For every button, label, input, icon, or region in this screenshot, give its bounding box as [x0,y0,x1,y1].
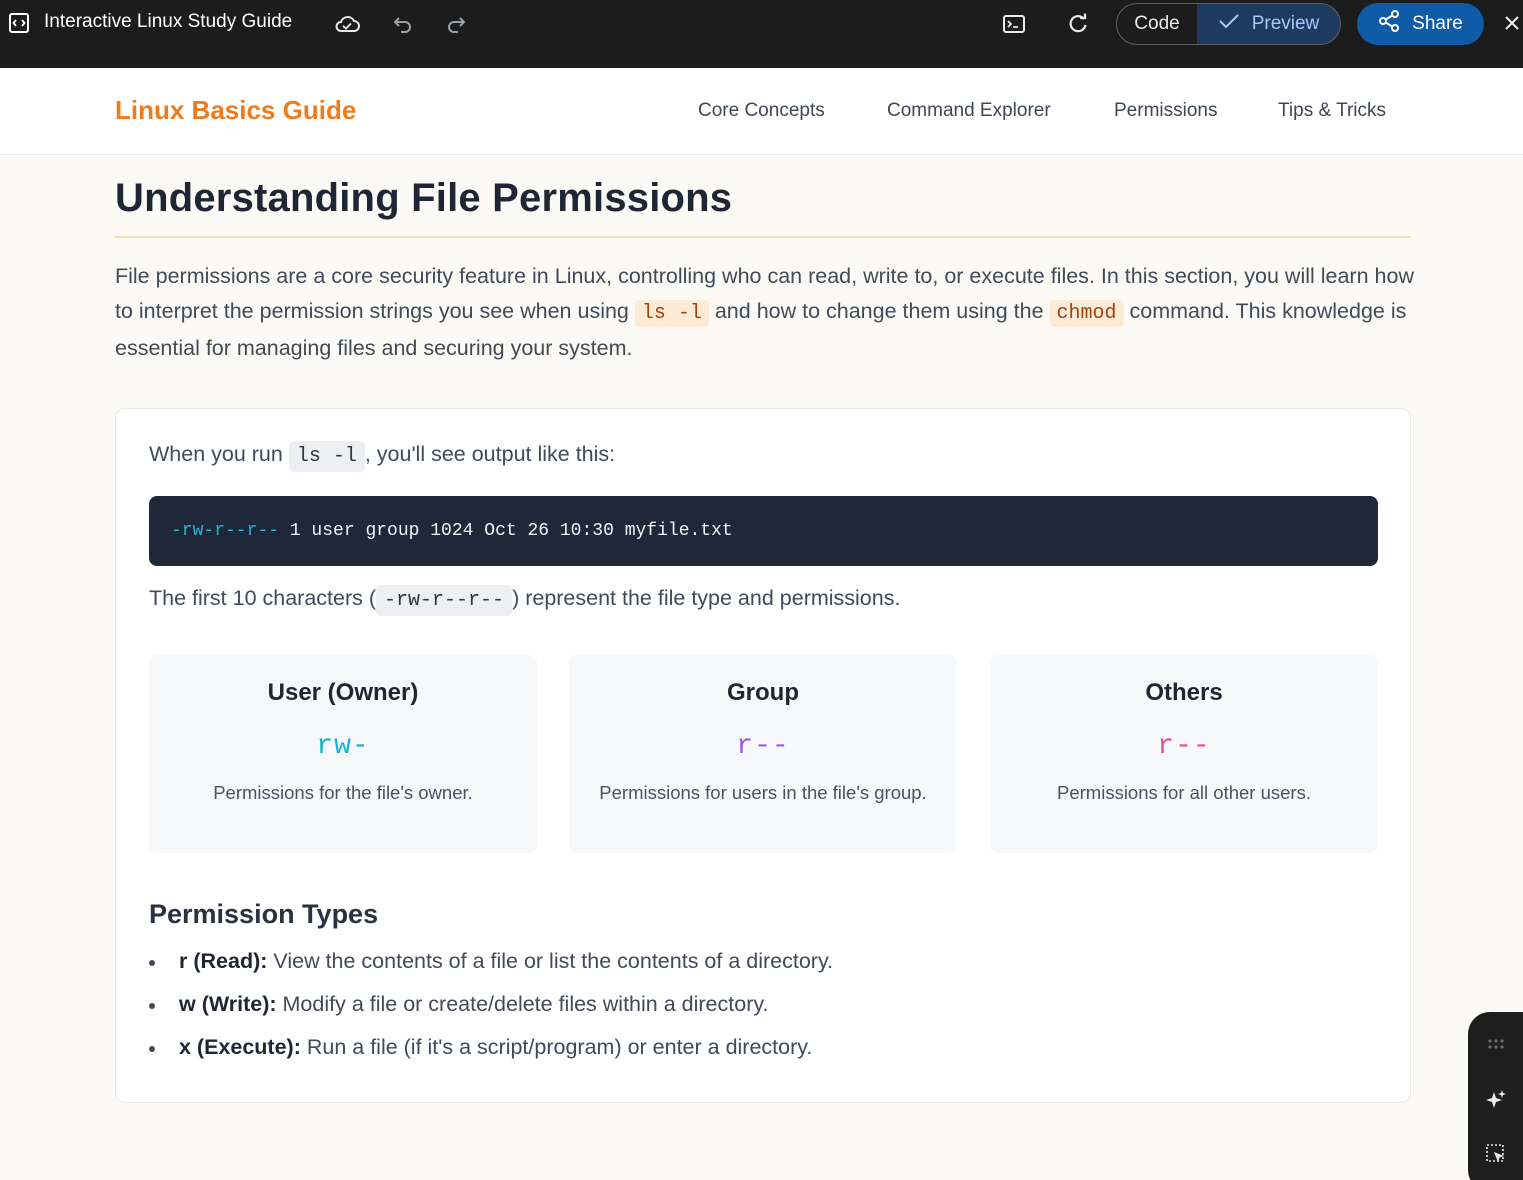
nav-core-concepts[interactable]: Core Concepts [698,100,825,122]
type-desc: View the contents of a file or list the … [267,949,834,973]
refresh-icon[interactable] [1064,10,1092,38]
preview-tab-label: Preview [1251,13,1320,34]
view-toggle: Code Preview [1116,3,1341,45]
box-desc: Permissions for users in the file's grou… [599,782,927,803]
sparkle-icon[interactable] [1482,1086,1510,1114]
redo-icon[interactable] [442,10,470,38]
list-item: x (Execute): Run a file (if it's a scrip… [149,1035,833,1078]
code-tab[interactable]: Code [1117,4,1197,44]
box-perm: rw- [316,731,370,762]
first10-code: -rw-r--r-- [376,585,513,616]
type-term: w (Write): [179,992,277,1016]
code-tab-label: Code [1134,13,1180,34]
title-divider [115,236,1411,238]
box-desc: Permissions for the file's owner. [213,782,473,803]
box-perm: r-- [1157,731,1211,762]
check-icon [1218,13,1240,35]
floating-toolbar [1468,1012,1523,1180]
intro-paragraph: File permissions are a core security fea… [115,259,1415,366]
cloud-icon[interactable] [333,10,361,38]
permission-box-user: User (Owner) rw- Permissions for the fil… [149,655,537,853]
type-desc: Modify a file or create/delete files wit… [276,992,769,1016]
box-title: Others [1145,679,1223,706]
type-term: r (Read): [179,949,268,973]
permission-box-group: Group r-- Permissions for users in the f… [569,655,957,853]
share-label: Share [1412,13,1463,34]
terminal-rest: 1 user group 1024 Oct 26 10:30 myfile.tx… [279,521,733,541]
type-term: x (Execute): [179,1035,301,1059]
terminal-icon[interactable] [1000,10,1028,38]
permission-types-list: r (Read): View the contents of a file or… [149,949,833,1078]
list-item: r (Read): View the contents of a file or… [149,949,833,992]
terminal-output: -rw-r--r-- 1 user group 1024 Oct 26 10:3… [149,496,1378,566]
box-title: Group [727,679,799,706]
first10-suffix: ) represent the file type and permission… [512,586,901,610]
undo-icon[interactable] [389,10,417,38]
permissions-card: When you run ls -l, you'll see output li… [115,408,1411,1103]
when-prefix: When you run [149,442,289,466]
when-code: ls -l [288,441,365,472]
intro-code-ls: ls -l [634,300,709,327]
first-ten-text: The first 10 characters (-rw-r--r--) rep… [149,585,901,616]
type-desc: Run a file (if it's a script/program) or… [300,1035,813,1059]
select-element-icon[interactable] [1482,1140,1510,1168]
drag-handle-icon[interactable] [1482,1030,1510,1058]
share-icon [1378,10,1400,38]
preview-tab[interactable]: Preview [1197,4,1340,44]
app-embed-icon [9,13,29,33]
close-icon[interactable] [1500,10,1523,36]
when-suffix: , you'll see output like this: [364,442,616,466]
app-bar: Interactive Linux Study Guide Code Previ… [0,0,1523,68]
box-desc: Permissions for all other users. [1057,782,1311,803]
site-nav: Linux Basics Guide Core Concepts Command… [0,68,1523,155]
list-item: w (Write): Modify a file or create/delet… [149,992,833,1035]
terminal-perm-string: -rw-r--r-- [171,521,280,541]
app-title: Interactive Linux Study Guide [44,11,293,32]
permission-box-others: Others r-- Permissions for all other use… [990,655,1378,853]
share-button[interactable]: Share [1357,3,1484,45]
box-perm: r-- [736,731,790,762]
box-title: User (Owner) [267,679,419,706]
nav-tips-tricks[interactable]: Tips & Tricks [1278,100,1386,122]
intro-code-chmod: chmod [1049,300,1124,327]
when-you-run-text: When you run ls -l, you'll see output li… [149,441,616,472]
page-title: Understanding File Permissions [115,176,733,220]
first10-prefix: The first 10 characters ( [149,586,377,610]
permission-types-heading: Permission Types [149,899,379,929]
site-brand[interactable]: Linux Basics Guide [115,95,356,126]
nav-permissions[interactable]: Permissions [1114,100,1217,122]
nav-command-explorer[interactable]: Command Explorer [887,100,1051,122]
intro-text-2: and how to change them using the [708,299,1050,323]
